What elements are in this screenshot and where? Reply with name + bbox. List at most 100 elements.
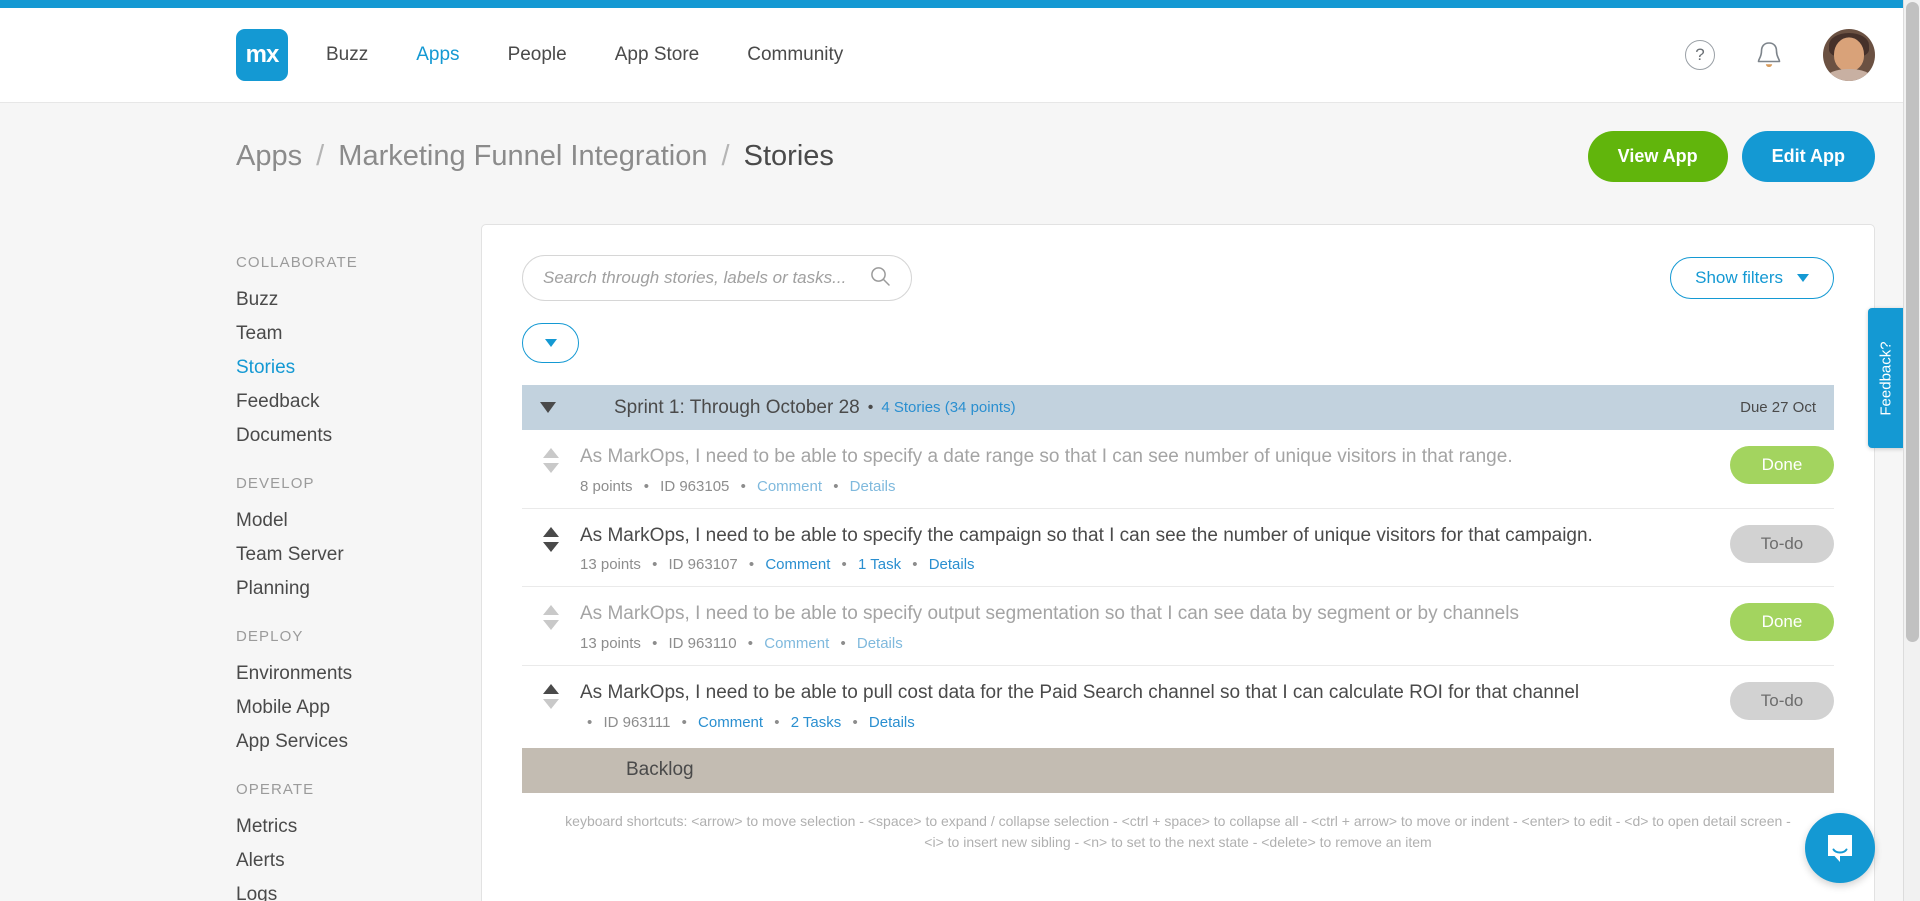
- sidebar-item-feedback[interactable]: Feedback: [236, 385, 481, 419]
- details-link[interactable]: Details: [929, 556, 975, 573]
- story-row[interactable]: As MarkOps, I need to be able to pull co…: [522, 666, 1834, 744]
- story-reorder-arrows: [522, 444, 580, 473]
- story-row[interactable]: As MarkOps, I need to be able to specify…: [522, 430, 1834, 509]
- nav-item-apps[interactable]: Apps: [416, 44, 459, 66]
- chat-launcher-button[interactable]: [1805, 813, 1875, 883]
- backlog-header-row[interactable]: Backlog: [522, 748, 1834, 793]
- story-id-label: ID: [603, 714, 618, 731]
- story-row[interactable]: As MarkOps, I need to be able to specify…: [522, 587, 1834, 666]
- feedback-tab[interactable]: Feedback?: [1868, 308, 1904, 448]
- story-title[interactable]: As MarkOps, I need to be able to specify…: [580, 601, 1706, 627]
- nav-item-people[interactable]: People: [508, 44, 567, 66]
- help-circle-icon[interactable]: ?: [1685, 40, 1715, 70]
- story-title[interactable]: As MarkOps, I need to be able to specify…: [580, 444, 1706, 470]
- breadcrumb-separator-1: /: [316, 140, 324, 172]
- stories-card: Show filters Sprint 1: Through October 2…: [481, 224, 1875, 901]
- view-app-button[interactable]: View App: [1588, 131, 1728, 182]
- breadcrumb-separator-2: /: [722, 140, 730, 172]
- tasks-link[interactable]: 1 Task: [858, 556, 901, 573]
- sidebar-item-metrics[interactable]: Metrics: [236, 810, 481, 844]
- status-badge[interactable]: Done: [1730, 446, 1834, 484]
- comment-link[interactable]: Comment: [698, 714, 763, 731]
- move-up-icon[interactable]: [543, 448, 559, 458]
- page-body: Apps / Marketing Funnel Integration / St…: [0, 103, 1920, 901]
- move-up-icon[interactable]: [543, 605, 559, 615]
- status-badge[interactable]: To-do: [1730, 525, 1834, 563]
- bell-icon[interactable]: [1755, 40, 1783, 70]
- sidebar-item-model[interactable]: Model: [236, 504, 481, 538]
- sidebar-item-team[interactable]: Team: [236, 317, 481, 351]
- status-badge[interactable]: Done: [1730, 603, 1834, 641]
- story-content: As MarkOps, I need to be able to specify…: [580, 444, 1730, 495]
- story-id-value: 963111: [623, 714, 671, 731]
- search-box[interactable]: [522, 255, 912, 301]
- global-navigation-bar: mx Buzz Apps People App Store Community …: [0, 8, 1920, 103]
- top-accent-bar: [0, 0, 1920, 8]
- meta-sep: •: [842, 556, 847, 573]
- sidebar-item-environments[interactable]: Environments: [236, 657, 481, 691]
- story-meta: • ID 963111 • Comment • 2 Tasks • Detail…: [580, 714, 1706, 731]
- comment-link[interactable]: Comment: [765, 556, 830, 573]
- nav-item-buzz[interactable]: Buzz: [326, 44, 368, 66]
- mendix-logo[interactable]: mx: [236, 29, 288, 81]
- edit-app-button[interactable]: Edit App: [1742, 131, 1875, 182]
- sprint-collapse-caret-icon[interactable]: [540, 402, 556, 413]
- meta-sep: •: [840, 635, 845, 652]
- story-id-label: ID: [669, 556, 684, 573]
- scrollbar-thumb[interactable]: [1906, 2, 1919, 642]
- nav-item-community[interactable]: Community: [747, 44, 843, 66]
- move-down-icon[interactable]: [543, 699, 559, 709]
- tasks-link[interactable]: 2 Tasks: [791, 714, 842, 731]
- sidebar-item-logs[interactable]: Logs: [236, 878, 481, 901]
- nav-item-app-store[interactable]: App Store: [615, 44, 700, 66]
- sidebar-item-documents[interactable]: Documents: [236, 419, 481, 453]
- meta-sep: •: [833, 478, 838, 495]
- details-link[interactable]: Details: [850, 478, 896, 495]
- sidebar-group-develop: DEVELOP: [236, 475, 481, 492]
- move-up-icon[interactable]: [543, 527, 559, 537]
- comment-link[interactable]: Comment: [764, 635, 829, 652]
- meta-sep: •: [749, 556, 754, 573]
- sidebar-item-stories[interactable]: Stories: [236, 351, 481, 385]
- move-down-icon[interactable]: [543, 620, 559, 630]
- story-content: As MarkOps, I need to be able to specify…: [580, 523, 1730, 574]
- story-title[interactable]: As MarkOps, I need to be able to specify…: [580, 523, 1706, 549]
- search-input[interactable]: [543, 268, 869, 288]
- details-link[interactable]: Details: [857, 635, 903, 652]
- details-link[interactable]: Details: [869, 714, 915, 731]
- story-points: 13 points: [580, 635, 641, 652]
- page-scrollbar[interactable]: [1903, 0, 1920, 901]
- story-reorder-arrows: [522, 523, 580, 552]
- chevron-down-icon: [1797, 274, 1809, 282]
- move-down-icon[interactable]: [543, 463, 559, 473]
- sidebar-item-mobile-app[interactable]: Mobile App: [236, 691, 481, 725]
- app-sidebar: COLLABORATE Buzz Team Stories Feedback D…: [236, 206, 481, 901]
- show-filters-button[interactable]: Show filters: [1670, 257, 1834, 299]
- collapse-all-toggle[interactable]: [522, 323, 579, 363]
- breadcrumb-app-name[interactable]: Marketing Funnel Integration: [338, 140, 707, 172]
- breadcrumb-apps[interactable]: Apps: [236, 140, 302, 172]
- sidebar-item-app-services[interactable]: App Services: [236, 725, 481, 759]
- sidebar-item-planning[interactable]: Planning: [236, 572, 481, 606]
- comment-link[interactable]: Comment: [757, 478, 822, 495]
- move-down-icon[interactable]: [543, 542, 559, 552]
- feedback-tab-label: Feedback?: [1878, 341, 1895, 415]
- sprint-stories-summary[interactable]: 4 Stories (34 points): [881, 399, 1015, 416]
- sidebar-item-alerts[interactable]: Alerts: [236, 844, 481, 878]
- page-header: Apps / Marketing Funnel Integration / St…: [0, 103, 1920, 206]
- stories-toolbar: Show filters: [522, 255, 1834, 301]
- story-title[interactable]: As MarkOps, I need to be able to pull co…: [580, 680, 1706, 706]
- sprint-separator-dot: •: [868, 399, 874, 417]
- user-avatar[interactable]: [1823, 29, 1875, 81]
- sprint-due-date: Due 27 Oct: [1740, 399, 1816, 416]
- meta-sep: •: [652, 635, 657, 652]
- sidebar-item-team-server[interactable]: Team Server: [236, 538, 481, 572]
- story-row[interactable]: As MarkOps, I need to be able to specify…: [522, 509, 1834, 588]
- move-up-icon[interactable]: [543, 684, 559, 694]
- sprint-header-row[interactable]: Sprint 1: Through October 28 • 4 Stories…: [522, 385, 1834, 430]
- sidebar-item-buzz[interactable]: Buzz: [236, 283, 481, 317]
- status-badge[interactable]: To-do: [1730, 682, 1834, 720]
- search-icon[interactable]: [869, 265, 891, 292]
- story-reorder-arrows: [522, 680, 580, 709]
- sidebar-group-collaborate: COLLABORATE: [236, 254, 481, 271]
